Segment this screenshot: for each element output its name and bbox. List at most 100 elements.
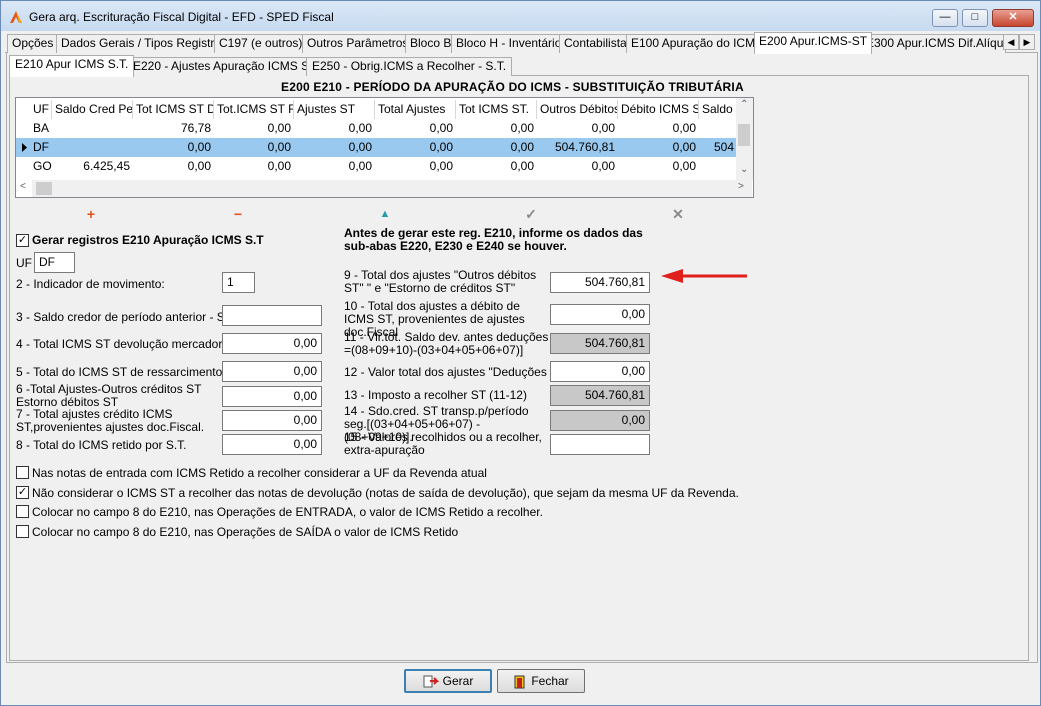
cell-value: [699, 119, 737, 138]
scroll-up-icon[interactable]: ⌃: [740, 99, 748, 110]
scroll-thumb[interactable]: [36, 182, 52, 195]
tab-e200[interactable]: E200 Apur.ICMS-ST: [754, 32, 873, 54]
add-record-icon[interactable]: +: [84, 207, 98, 221]
ajustes-debito-doc-field[interactable]: 0,00: [550, 304, 650, 325]
ajustes-credito-doc-field[interactable]: 0,00: [222, 410, 322, 431]
exit-door-icon: [514, 675, 525, 689]
col-header[interactable]: Outros Débitos: [537, 100, 618, 119]
col-header[interactable]: UF: [30, 100, 52, 119]
col-header[interactable]: Tot ICMS ST Dev: [133, 100, 214, 119]
delete-record-icon[interactable]: −: [231, 207, 245, 221]
gerar-button[interactable]: Gerar: [404, 669, 492, 693]
tab-scroll-right[interactable]: ▶: [1019, 34, 1035, 50]
scroll-thumb[interactable]: [738, 124, 750, 146]
col-header[interactable]: Débito ICMS ST: [618, 100, 699, 119]
grid-vertical-scrollbar[interactable]: ⌃ ⌄: [736, 98, 753, 180]
table-row-selected[interactable]: DF 0,00 0,00 0,00 0,00 0,00 504.760,81 0…: [16, 138, 737, 157]
f13-label: 13 - Imposto a recolher ST (11-12): [344, 388, 527, 402]
total-ajustes-outros-debitos-field[interactable]: 504.760,81: [550, 272, 650, 293]
cell-value: 0,00: [591, 121, 615, 135]
gerar-button-label: Gerar: [442, 674, 474, 688]
section-title: E200 E210 - PERÍODO DA APURAÇÃO DO ICMS …: [281, 80, 744, 94]
ajustes-outros-creditos-field[interactable]: 0,00: [222, 386, 322, 407]
option-checkbox-entrada[interactable]: [16, 505, 29, 518]
maximize-button[interactable]: □: [962, 9, 988, 27]
tab-bloco-h[interactable]: Bloco H - Inventário: [451, 34, 567, 53]
table-row[interactable]: GO 6.425,45 0,00 0,00 0,00 0,00 0,00 0,0…: [16, 157, 737, 176]
window-title: Gera arq. Escrituração Fiscal Digital - …: [29, 10, 334, 24]
scroll-down-icon[interactable]: ⌄: [740, 164, 748, 175]
cell-value: 0,00: [267, 140, 291, 154]
f3-label: 3 - Saldo credor de período anterior - S…: [16, 310, 238, 324]
col-header[interactable]: Saldo Cred Per A: [52, 100, 133, 119]
tab-opcoes[interactable]: Opções: [7, 34, 59, 53]
icms-retido-field[interactable]: 0,00: [222, 434, 322, 455]
col-header[interactable]: Tot.ICMS ST Res: [214, 100, 294, 119]
cell-value: 0,00: [510, 140, 534, 154]
scroll-left-icon[interactable]: <: [20, 181, 26, 192]
option-checkbox-saida[interactable]: [16, 525, 29, 538]
uf-field[interactable]: DF: [34, 252, 75, 273]
cell-value: 0,00: [510, 159, 534, 173]
cell-value: 0,00: [429, 121, 453, 135]
tab-e100[interactable]: E100 Apuração do ICMS: [626, 34, 769, 53]
f2-label: 2 - Indicador de movimento:: [16, 277, 165, 291]
cell-uf: DF: [33, 140, 49, 154]
imposto-recolher-field: 504.760,81: [550, 385, 650, 406]
grid-horizontal-scrollbar[interactable]: < >: [20, 180, 752, 197]
table-row[interactable]: BA 76,78 0,00 0,00 0,00 0,00 0,00 0,00: [16, 119, 737, 138]
saldo-credor-field[interactable]: [222, 305, 322, 326]
deducoes-st-field[interactable]: 0,00: [550, 361, 650, 382]
edit-record-icon[interactable]: ▲: [378, 207, 392, 221]
cancel-record-icon[interactable]: ✕: [671, 207, 685, 221]
tab-c197[interactable]: C197 (e outros): [214, 34, 308, 53]
scroll-right-icon[interactable]: >: [738, 181, 744, 192]
option-label: Colocar no campo 8 do E210, nas Operaçõe…: [32, 525, 459, 539]
f11-label: 11 - Vlr.tot. Saldo dev. antes deduções …: [344, 330, 549, 357]
subtab-e210[interactable]: E210 Apur ICMS S.T.: [9, 55, 135, 77]
devolucao-mercadorias-field[interactable]: 0,00: [222, 333, 322, 354]
cell-value: 0,00: [672, 159, 696, 173]
tab-scroll-left[interactable]: ◀: [1003, 34, 1019, 50]
cell-value: 0,00: [187, 140, 211, 154]
f9-label: 9 - Total dos ajustes "Outros débitos ST…: [344, 268, 537, 295]
tab-contabilista[interactable]: Contabilista: [559, 34, 632, 53]
fechar-button[interactable]: Fechar: [497, 669, 585, 693]
f12-label: 12 - Valor total dos ajustes "Deduções S…: [344, 365, 570, 379]
cell-value: 0,00: [429, 140, 453, 154]
subtab-e250[interactable]: E250 - Obrig.ICMS a Recolher - S.T.: [306, 57, 513, 76]
title-bar: Gera arq. Escrituração Fiscal Digital - …: [1, 1, 1040, 31]
cell-value: [52, 138, 133, 157]
f15-label: 15 - Valores recolhidos ou a recolher, e…: [344, 430, 542, 457]
cell-value: 0,00: [591, 159, 615, 173]
valores-recolhidos-field[interactable]: [550, 434, 650, 455]
cell-value: 0,00: [348, 140, 372, 154]
cell-value: [699, 157, 737, 176]
cell-value: 504.760,81: [554, 140, 615, 154]
indicador-movimento-field[interactable]: 1: [222, 272, 255, 293]
option-label: Nas notas de entrada com ICMS Retido a r…: [32, 466, 487, 480]
gerar-e210-checkbox[interactable]: ✓: [16, 234, 29, 247]
instruction-note: Antes de gerar este reg. E210, informe o…: [344, 226, 643, 253]
gerar-e210-label: Gerar registros E210 Apuração ICMS S.T: [32, 233, 264, 247]
current-row-indicator-icon: [22, 143, 27, 152]
close-button[interactable]: ✕: [992, 9, 1034, 27]
uf-grid[interactable]: UF Saldo Cred Per A Tot ICMS ST Dev Tot.…: [15, 97, 754, 198]
minimize-button[interactable]: —: [932, 9, 958, 27]
col-header[interactable]: Total Ajustes: [375, 100, 456, 119]
main-window: Gera arq. Escrituração Fiscal Digital - …: [0, 0, 1041, 706]
subtab-e220[interactable]: E220 - Ajustes Apuração ICMS S.T.: [127, 57, 328, 76]
col-header[interactable]: Tot ICMS ST.: [456, 100, 537, 119]
uf-label: UF: [16, 256, 32, 270]
col-header[interactable]: Ajustes ST: [294, 100, 375, 119]
option-checkbox-revenda[interactable]: [16, 466, 29, 479]
tab-dados-gerais[interactable]: Dados Gerais / Tipos Registros: [56, 34, 233, 53]
tab-bloco-b[interactable]: Bloco B: [405, 34, 457, 53]
tab-e300[interactable]: E300 Apur.ICMS Dif.Alíquota: [861, 34, 1006, 53]
col-header[interactable]: Saldo D: [699, 100, 737, 119]
ressarcimentos-field[interactable]: 0,00: [222, 361, 322, 382]
cell-value: 0,00: [348, 121, 372, 135]
tab-outros-parametros[interactable]: Outros Parâmetros: [302, 34, 414, 53]
post-record-icon[interactable]: ✓: [524, 207, 538, 221]
option-checkbox-devolucao[interactable]: ✓: [16, 486, 29, 499]
